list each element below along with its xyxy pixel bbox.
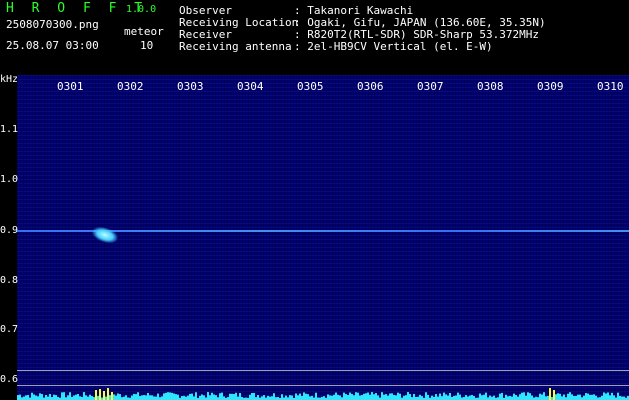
time-label-0304: 0304: [237, 80, 264, 93]
signal-strength-bars: [17, 388, 629, 400]
time-label-0308: 0308: [477, 80, 504, 93]
y-label-0.9: 0.9: [0, 225, 19, 236]
time-label-0301: 0301: [57, 80, 84, 93]
y-label-1.1: 1.1: [0, 124, 19, 135]
y-label-0.6: 0.6: [0, 374, 19, 385]
time-label-0306: 0306: [357, 80, 384, 93]
info-antenna: Receiving antenna: 2el-HB9CV Vertical (e…: [179, 40, 493, 53]
datetime: 25.08.07 03:00: [6, 39, 99, 52]
meteor-label: meteor: [124, 25, 164, 38]
time-label-0302: 0302: [117, 80, 144, 93]
app-version: 1.0.0: [126, 4, 157, 15]
time-label-0305: 0305: [297, 80, 324, 93]
header-panel: H R O F F T 1.0.0 2508070300.png meteor …: [0, 0, 629, 75]
y-label-1.0: 1.0: [0, 174, 19, 185]
threshold-line-lower: [17, 385, 629, 386]
y-axis-unit: kHz: [0, 74, 19, 85]
meteor-count: 10: [140, 39, 154, 52]
y-label-0.7: 0.7: [0, 324, 19, 335]
file-name: 2508070300.png: [6, 18, 99, 31]
time-label-0310: 0310: [597, 80, 624, 93]
threshold-line-upper: [17, 370, 629, 371]
y-label-0.8: 0.8: [0, 275, 19, 286]
time-label-0307: 0307: [417, 80, 444, 93]
time-label-0309: 0309: [537, 80, 564, 93]
time-label-0303: 0303: [177, 80, 204, 93]
